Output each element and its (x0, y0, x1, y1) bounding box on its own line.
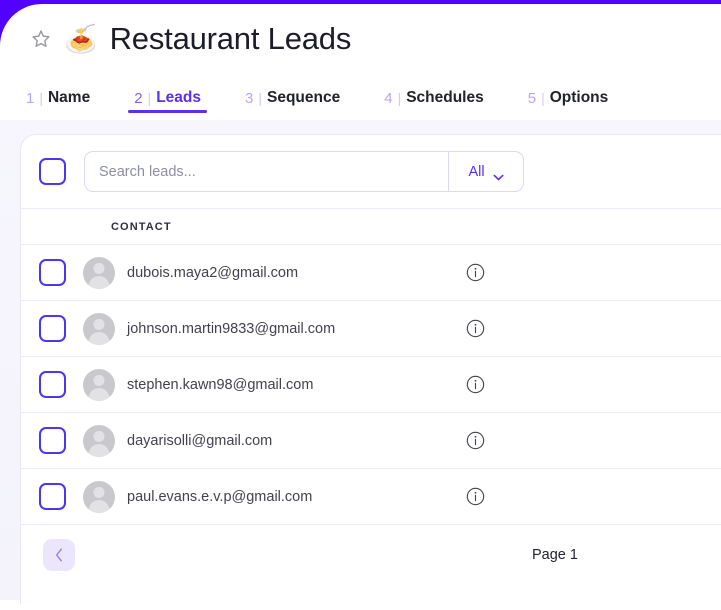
table-column-header: CONTACT (21, 209, 721, 245)
info-circle-icon[interactable] (466, 319, 485, 338)
contact-email: stephen.kawn98@gmail.com (127, 376, 314, 393)
contact-email: dubois.maya2@gmail.com (127, 264, 299, 281)
restaurant-emoji-icon: 🍝 (64, 23, 98, 54)
tab-schedules[interactable]: 4 | Schedules (378, 74, 490, 120)
tab-number: 4 (384, 89, 393, 107)
tab-options[interactable]: 5 | Options (522, 74, 615, 120)
info-circle-icon[interactable] (466, 375, 485, 394)
row-checkbox[interactable] (39, 259, 66, 286)
filter-dropdown[interactable]: All (448, 152, 523, 191)
chevron-left-icon (55, 548, 64, 562)
contact-email: dayarisolli@gmail.com (127, 432, 273, 449)
tab-label: Leads (156, 89, 201, 106)
page-header: 🍝 Restaurant Leads (0, 4, 721, 60)
tab-label: Options (549, 89, 609, 106)
tab-underline (128, 110, 207, 113)
avatar (83, 424, 115, 457)
info-circle-icon[interactable] (466, 487, 485, 506)
tab-label: Schedules (406, 89, 484, 106)
tab-sequence[interactable]: 3 | Sequence (239, 74, 346, 120)
info-circle-icon[interactable] (466, 431, 485, 450)
tab-name[interactable]: 1 | Name (20, 74, 96, 120)
pagination-bar: Page 1 (21, 525, 721, 585)
tab-separator: | (147, 90, 152, 106)
tab-number: 2 (134, 89, 143, 107)
tab-label: Name (47, 89, 91, 106)
search-input[interactable] (85, 152, 448, 191)
step-tabs: 1 | Name 2 | Leads 3 | Sequence 4 | Sche… (0, 60, 721, 120)
search-field-group: All (84, 151, 524, 192)
previous-page-button[interactable] (43, 539, 75, 571)
leads-toolbar: All (21, 135, 721, 209)
table-row[interactable]: dubois.maya2@gmail.com (21, 245, 721, 301)
content-area: All CONTACT (0, 120, 721, 604)
avatar (83, 312, 115, 345)
tab-separator: | (541, 90, 545, 106)
table-row[interactable]: johnson.martin9833@gmail.com (21, 301, 721, 357)
contact-email: paul.evans.e.v.p@gmail.com (127, 488, 313, 505)
row-checkbox[interactable] (39, 315, 66, 342)
row-checkbox[interactable] (39, 371, 66, 398)
contact-email: johnson.martin9833@gmail.com (127, 320, 336, 337)
tab-number: 1 (26, 89, 35, 107)
table-row[interactable]: stephen.kawn98@gmail.com (21, 357, 721, 413)
row-checkbox[interactable] (39, 427, 66, 454)
table-row[interactable]: dayarisolli@gmail.com (21, 413, 721, 469)
table-row[interactable]: paul.evans.e.v.p@gmail.com (21, 469, 721, 525)
tab-number: 3 (245, 89, 254, 107)
page-indicator: Page 1 (532, 547, 578, 563)
page-title: Restaurant Leads (109, 21, 352, 56)
tab-label: Sequence (266, 89, 341, 106)
select-all-checkbox[interactable] (39, 158, 66, 185)
avatar (83, 256, 115, 289)
tab-separator: | (39, 90, 43, 106)
app-shell: 🍝 Restaurant Leads 1 | Name 2 | Leads 3 … (0, 4, 721, 610)
tab-separator: | (258, 90, 262, 106)
row-checkbox[interactable] (39, 483, 66, 510)
avatar (83, 480, 115, 513)
avatar (83, 368, 115, 401)
filter-dropdown-label: All (468, 163, 485, 180)
info-circle-icon[interactable] (466, 263, 485, 282)
column-header-contact: CONTACT (111, 220, 172, 233)
star-outline-icon[interactable] (30, 28, 52, 50)
chevron-down-icon (493, 168, 504, 181)
tab-number: 5 (527, 89, 537, 107)
tab-leads[interactable]: 2 | Leads (128, 74, 207, 120)
leads-card: All CONTACT (20, 134, 721, 604)
tab-separator: | (397, 90, 402, 106)
